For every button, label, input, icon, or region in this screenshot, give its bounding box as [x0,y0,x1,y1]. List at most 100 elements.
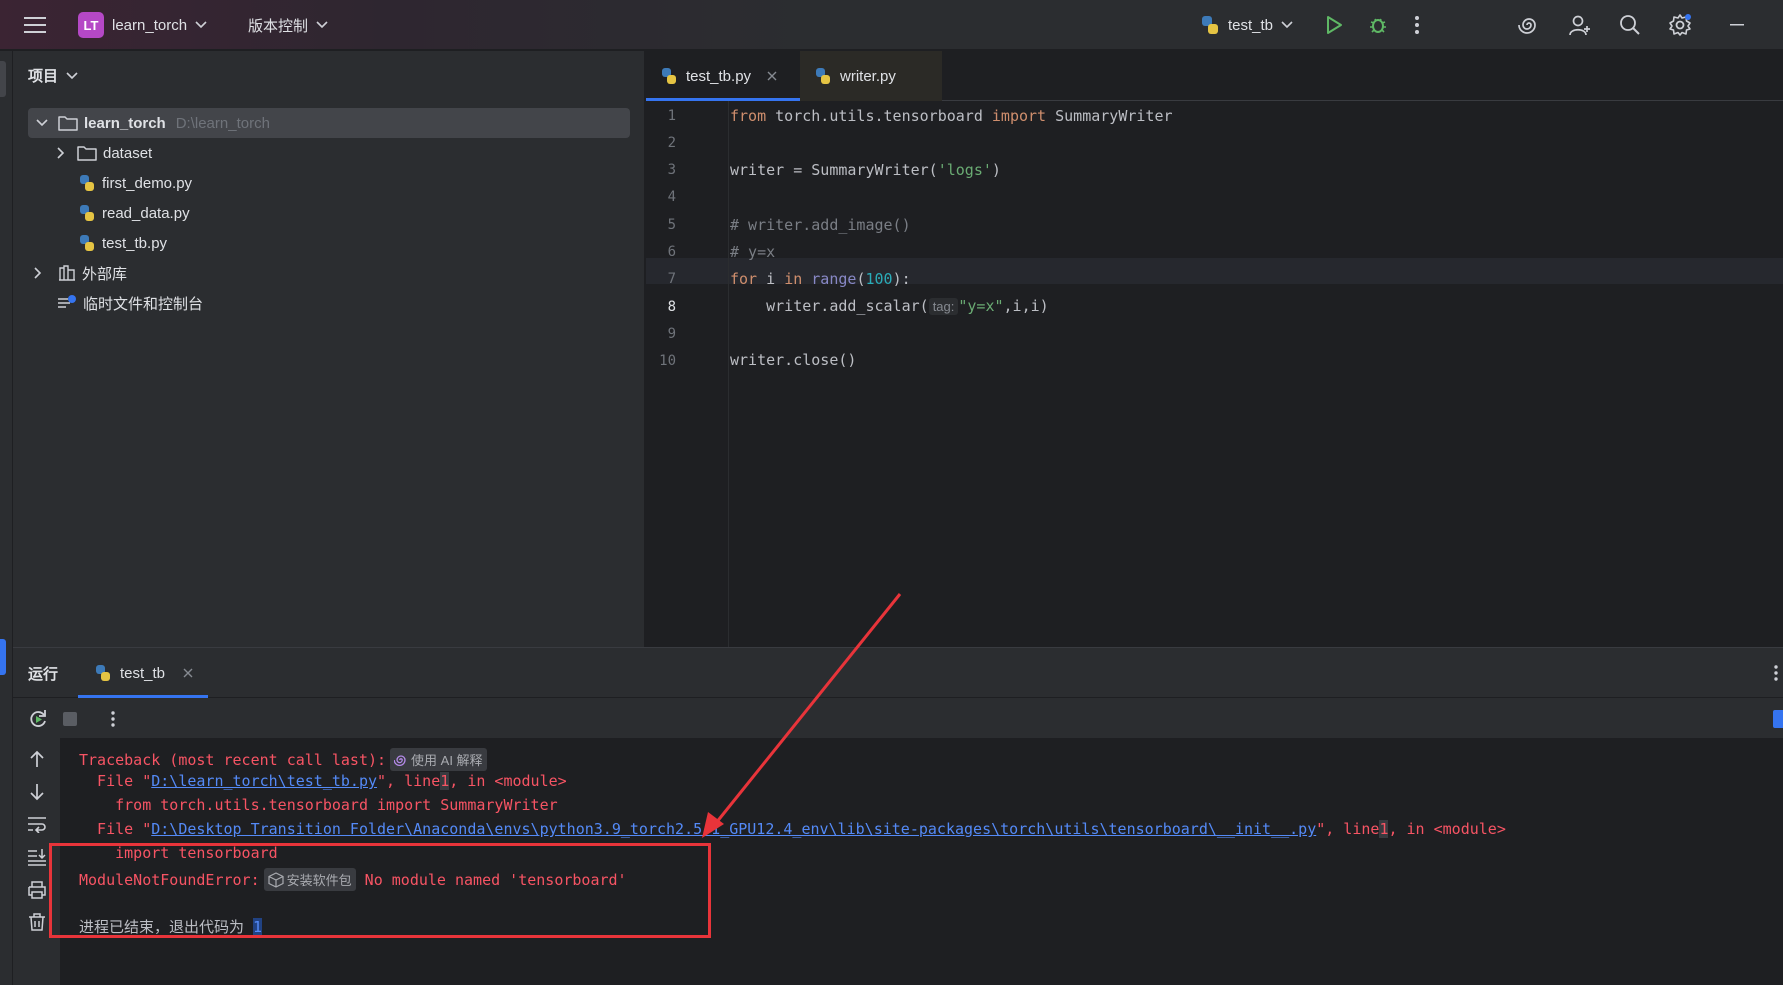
run-panel-options-button[interactable] [1773,664,1779,682]
more-vertical-icon [1774,665,1778,681]
install-package-button[interactable]: 安装软件包 [263,868,356,891]
scratches-icon [58,295,76,308]
file-link[interactable]: D:\learn_torch\test_tb.py [151,772,377,790]
arrow-down-icon [30,784,44,801]
run-tool-indicator[interactable] [0,639,6,675]
project-tool-indicator[interactable] [0,61,6,97]
editor-area: test_tb.py writer.py 1 2 3 4 5 6 7 8 9 1… [646,51,1783,647]
chevron-down-icon [316,21,328,29]
soft-wrap-icon [28,817,46,833]
code-line-7: for i in range(100): [730,270,911,288]
python-file-icon [662,68,676,84]
project-switcher[interactable]: LT learn_torch [78,0,207,50]
code-with-me-button[interactable] [1568,0,1592,50]
vcs-menu[interactable]: 版本控制 [248,0,328,50]
package-icon [268,871,284,888]
minimize-button[interactable] [1730,0,1744,50]
output-traceback-line: Traceback (most recent call last): 使用 AI… [79,748,487,771]
scroll-to-end-button[interactable] [27,848,47,866]
tree-item-label: 临时文件和控制台 [83,295,204,313]
left-tool-strip [0,51,13,985]
arrow-up-icon [30,750,44,767]
print-icon [28,881,46,899]
tree-item-label: read_data.py [102,204,190,222]
clear-console-button[interactable] [28,913,46,931]
bug-icon [1370,18,1386,33]
run-button[interactable] [1325,0,1343,50]
tree-item-external-libs[interactable]: 外部库 [34,258,127,288]
tab-test-tb[interactable]: test_tb.py [646,51,800,101]
console-output[interactable]: Traceback (most recent call last): 使用 AI… [61,738,1783,985]
project-panel-title: 项目 [28,68,59,85]
tree-item-label: 外部库 [82,265,128,283]
scroll-up-button[interactable] [28,750,46,768]
tree-item-label: test_tb.py [102,234,168,252]
tree-item-dataset[interactable]: dataset [57,138,152,168]
python-file-icon [1202,16,1218,34]
ai-explain-label: 使用 AI 解释 [411,753,483,768]
output-exit-line: 进程已结束，退出代码为 1 [79,918,263,936]
minimize-icon [1730,24,1744,26]
chevron-down-icon [195,21,207,29]
ai-assistant-button[interactable] [1518,0,1540,50]
scroll-down-button[interactable] [28,783,46,801]
main-menu-button[interactable] [24,0,46,50]
close-icon[interactable] [767,71,777,81]
chevron-down-icon [66,71,78,79]
gear-icon [1669,14,1691,36]
tab-writer[interactable]: writer.py [800,51,942,101]
soft-wrap-button[interactable] [27,815,47,833]
exit-code: 1 [253,918,263,936]
stop-button[interactable] [63,712,77,726]
editor-tab-bar: test_tb.py writer.py [646,51,1783,101]
output-error-line: ModuleNotFoundError: 安装软件包 No module nam… [79,868,627,891]
output-source-line-1: from torch.utils.tensorboard import Summ… [79,796,558,814]
rerun-button[interactable] [28,709,48,729]
folder-icon [58,116,78,131]
tree-item-read-data[interactable]: read_data.py [78,198,190,228]
project-name: learn_torch [112,16,188,34]
tree-item-scratches[interactable]: 临时文件和控制台 [57,288,203,318]
folder-icon [77,146,97,161]
settings-button[interactable] [1668,0,1692,50]
tree-item-label: dataset [103,144,153,162]
debug-button[interactable] [1368,0,1388,50]
code-area[interactable]: from torch.utils.tensorboard import Summ… [646,101,1783,647]
tab-label: test_tb.py [686,67,752,85]
search-icon [1620,15,1640,35]
run-more-button[interactable] [110,710,116,728]
chevron-down-icon [1281,21,1293,29]
chevron-down-icon [36,119,48,127]
output-source-line-2: import tensorboard [79,844,278,862]
ai-explain-button[interactable]: 使用 AI 解释 [390,748,487,771]
annotation-arrow [702,593,902,838]
print-button[interactable] [27,881,47,899]
project-badge: LT [78,12,104,38]
chevron-right-icon [57,147,65,159]
scroll-to-end-icon [28,849,46,866]
code-line-6: # y=x [730,243,776,261]
code-line-8: writer.add_scalar(tag: "y=x",i,i) [730,297,1049,315]
run-config-selector[interactable]: test_tb [1200,0,1293,50]
rerun-icon [30,710,46,727]
output-file-line-1: File "D:\learn_torch\test_tb.py", line1,… [79,772,567,790]
code-line-1: from torch.utils.tensorboard import Summ… [730,107,1173,125]
run-config-name: test_tb [1228,16,1274,34]
run-tab-test-tb[interactable]: test_tb [78,648,220,698]
stop-icon [63,712,77,726]
tree-item-first-demo[interactable]: first_demo.py [78,168,192,198]
more-vertical-icon [111,711,115,727]
more-actions-button[interactable] [1414,0,1420,50]
search-button[interactable] [1619,0,1641,50]
run-play-icon [1327,16,1342,34]
title-bar: LT learn_torch 版本控制 test_tb [0,0,1783,50]
more-vertical-icon [1415,16,1419,34]
tree-item-test-tb[interactable]: test_tb.py [78,228,167,258]
tree-root-row[interactable]: learn_torch D:\learn_torch [28,108,630,138]
run-tab-label: test_tb [120,664,166,682]
vcs-label: 版本控制 [248,17,309,35]
project-panel: 项目 learn_torch D:\learn_torch dataset fi… [13,51,645,647]
python-file-icon [96,665,110,681]
project-panel-header[interactable]: 项目 [28,65,78,86]
close-icon[interactable] [183,668,193,678]
